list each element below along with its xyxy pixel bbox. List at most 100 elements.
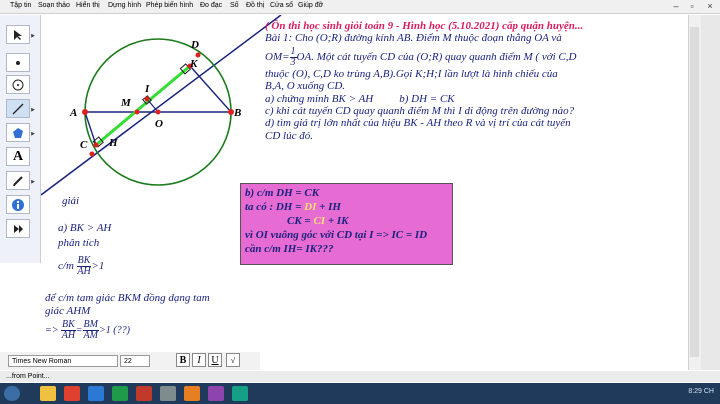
info-tool[interactable] <box>6 195 30 214</box>
pointer-arrow-icon <box>14 29 22 40</box>
problem-text[interactable]: ( Ôn thi học sinh giỏi toán 9 - Hình học… <box>265 20 685 142</box>
close-icon[interactable]: × <box>702 0 718 13</box>
compass-tool[interactable] <box>6 75 30 94</box>
solution-de-cm[interactable]: để c/m tam giác BKM đồng dạng tam <box>45 292 210 304</box>
highlight-di: DI <box>304 201 317 213</box>
problem-line: a) chứng minh BK > AH b) DH = CK <box>265 93 685 105</box>
segment-oi[interactable] <box>146 98 159 113</box>
circle-icon <box>12 79 24 90</box>
font-family-select[interactable]: Times New Roman <box>8 355 118 367</box>
solution-cm[interactable]: c/m BK AH >1 <box>58 256 104 277</box>
label-o: O <box>155 118 163 130</box>
solution-giai[interactable]: giải <box>62 195 79 207</box>
menu-file[interactable]: Tập tin <box>10 2 31 9</box>
pink-line: CK = CI + IK <box>245 214 448 228</box>
solution-giac[interactable]: giác AHM <box>45 305 90 317</box>
cm-tail: >1 <box>91 260 105 273</box>
text-tool[interactable]: A <box>6 147 30 166</box>
solution-phantich[interactable]: phân tích <box>58 237 99 249</box>
point-c[interactable] <box>89 151 95 157</box>
equals-sign: = <box>75 324 83 336</box>
menu-window[interactable]: Cửa sổ <box>270 2 293 9</box>
menu-graph[interactable]: Đồ thị <box>246 2 264 9</box>
windows-taskbar: 8:29 CH <box>0 383 720 404</box>
point-tool[interactable] <box>6 53 30 72</box>
label-c: C <box>80 139 88 151</box>
font-size-select[interactable]: 22 <box>120 355 150 367</box>
om-label: OM= <box>265 50 290 63</box>
menu-bar: Tập tin Soạn thảo Hiển thị Dựng hình Phé… <box>0 0 720 14</box>
problem-line: c) khi cát tuyến CD quay quanh điểm M th… <box>265 105 575 118</box>
sketchpad-icon[interactable] <box>208 386 224 401</box>
arrow-tool[interactable]: ▶ <box>6 25 35 44</box>
play-custom-icon <box>14 224 23 233</box>
media-icon[interactable] <box>184 386 200 401</box>
bold-button[interactable]: B <box>176 353 190 367</box>
pink-line: vì OI vuông góc với CD tại I => IC = ID <box>245 229 428 241</box>
point-i[interactable] <box>144 96 150 102</box>
browser-icon[interactable] <box>64 386 80 401</box>
menu-number[interactable]: Số <box>230 2 239 9</box>
frac-den: AH <box>61 330 76 341</box>
menu-help[interactable]: Giúp đỡ <box>298 2 323 9</box>
solution-part-a[interactable]: a) BK > AH <box>58 222 111 234</box>
excel-icon[interactable] <box>112 386 128 401</box>
line-icon <box>12 103 24 114</box>
marker-tool[interactable]: ▶ <box>6 171 35 190</box>
menu-view[interactable]: Hiển thị <box>76 2 100 9</box>
segment-hk-highlight[interactable] <box>95 64 191 147</box>
menu-construct[interactable]: Dựng hình <box>108 2 141 9</box>
point-h[interactable] <box>93 142 99 148</box>
frac-den: 3 <box>290 56 296 68</box>
problem-line: thuộc (O), C,D ko trùng A,B).Gọi K;H;I l… <box>265 67 558 80</box>
solution-imply[interactable]: => BK AH = BM AM >1 (??) <box>45 320 130 341</box>
problem-line: B,A, O xuống CD. <box>265 80 346 93</box>
marker-pen-icon <box>13 175 23 186</box>
part-b-box[interactable]: b) c/m DH = CK ta có : DH = DI + IH CK =… <box>240 183 453 265</box>
point-a[interactable] <box>82 109 88 115</box>
polygon-tool[interactable]: ▶ <box>6 123 35 142</box>
frac-den: AM <box>83 330 98 341</box>
segment-bk[interactable] <box>189 65 232 113</box>
point-m[interactable] <box>134 109 140 115</box>
label-a: A <box>69 107 77 119</box>
scroll-thumb[interactable] <box>690 27 699 357</box>
pink-text: ta có : DH = <box>245 201 305 213</box>
italic-button[interactable]: I <box>192 353 206 367</box>
label-m: M <box>120 97 132 109</box>
underline-button[interactable]: U <box>208 353 222 367</box>
polygon-icon <box>13 127 23 138</box>
pink-text: CK = <box>287 215 314 227</box>
label-d: D <box>190 39 199 51</box>
right-panel <box>701 15 720 370</box>
symbol-palette-icon[interactable]: √ <box>226 353 240 367</box>
app-icon[interactable] <box>160 386 176 401</box>
vertical-scrollbar[interactable] <box>688 15 701 370</box>
problem-line: d) tìm giá trị lớn nhất của hiệu BK - AH… <box>265 117 571 130</box>
start-icon[interactable] <box>4 386 20 401</box>
highlight-ci: CI <box>313 215 326 227</box>
point-icon <box>16 60 20 65</box>
problem-line: CD lúc đó. <box>265 129 313 142</box>
point-d[interactable] <box>195 52 201 58</box>
straightedge-tool[interactable]: ▶ <box>6 99 35 118</box>
menu-transform[interactable]: Phép biến hình <box>146 2 193 9</box>
problem-line: Bài 1: Cho (O;R) đường kính AB. Điểm M t… <box>265 32 562 45</box>
pink-line: ta có : DH = DI + IH <box>245 200 448 214</box>
tool-palette: ▶ ▶ ▶ A ▶ <box>0 15 41 263</box>
pdf-icon[interactable] <box>136 386 152 401</box>
explorer-icon[interactable] <box>40 386 56 401</box>
clock: 8:29 CH <box>688 388 714 395</box>
word-icon[interactable] <box>88 386 104 401</box>
minimize-icon[interactable]: – <box>668 0 684 13</box>
status-bar: ...from Point... <box>0 371 720 382</box>
menu-edit[interactable]: Soạn thảo <box>38 2 70 9</box>
point-o[interactable] <box>155 109 161 115</box>
label-b: B <box>233 107 241 119</box>
restore-icon[interactable]: ▫ <box>684 0 700 13</box>
secant-line-cd[interactable] <box>41 15 282 196</box>
menu-measure[interactable]: Đo đạc <box>200 2 222 9</box>
imply-arrow: => <box>45 324 59 336</box>
app-icon-2[interactable] <box>232 386 248 401</box>
custom-tool[interactable] <box>6 219 30 238</box>
